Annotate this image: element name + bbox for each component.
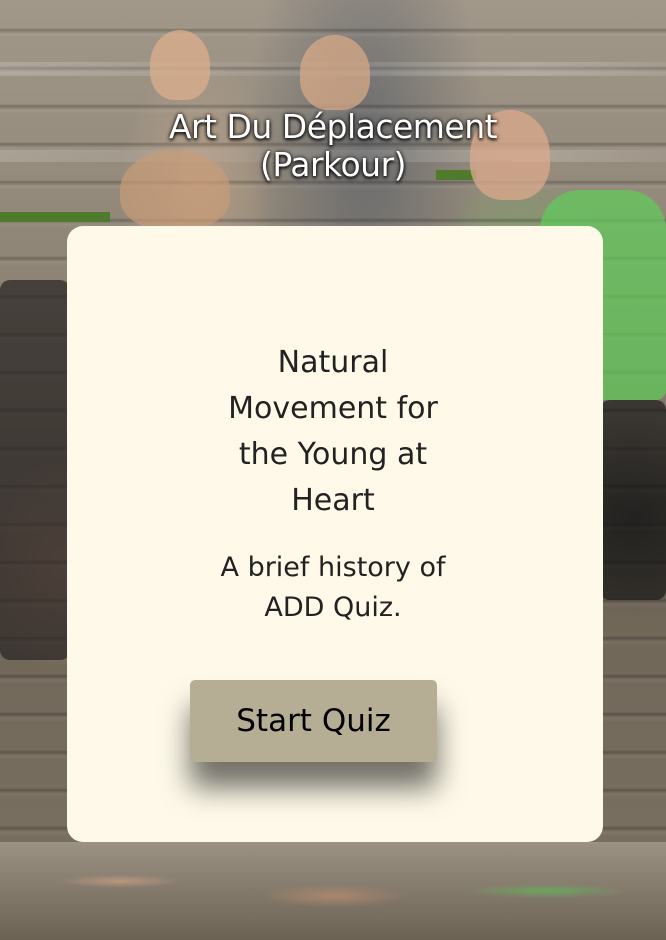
- start-quiz-button[interactable]: Start Quiz: [190, 680, 437, 762]
- site-title-line2: (Parkour): [259, 145, 407, 184]
- grass-strip: [0, 212, 110, 222]
- page: Art Du Déplacement (Parkour) Natural Mov…: [0, 0, 666, 940]
- card-heading: Natural Movement for the Young at Heart: [0, 340, 666, 524]
- background-photo-repeat: [0, 842, 666, 940]
- site-title-line1: Art Du Déplacement: [168, 107, 498, 146]
- card-heading-text: Natural Movement for the Young at Heart: [228, 345, 438, 518]
- card-subtitle-text: A brief history of ADD Quiz.: [220, 552, 446, 623]
- card-subtitle: A brief history of ADD Quiz.: [0, 548, 666, 628]
- site-title: Art Du Déplacement (Parkour): [0, 108, 666, 184]
- person-figure: [150, 30, 210, 100]
- person-figure: [300, 35, 370, 110]
